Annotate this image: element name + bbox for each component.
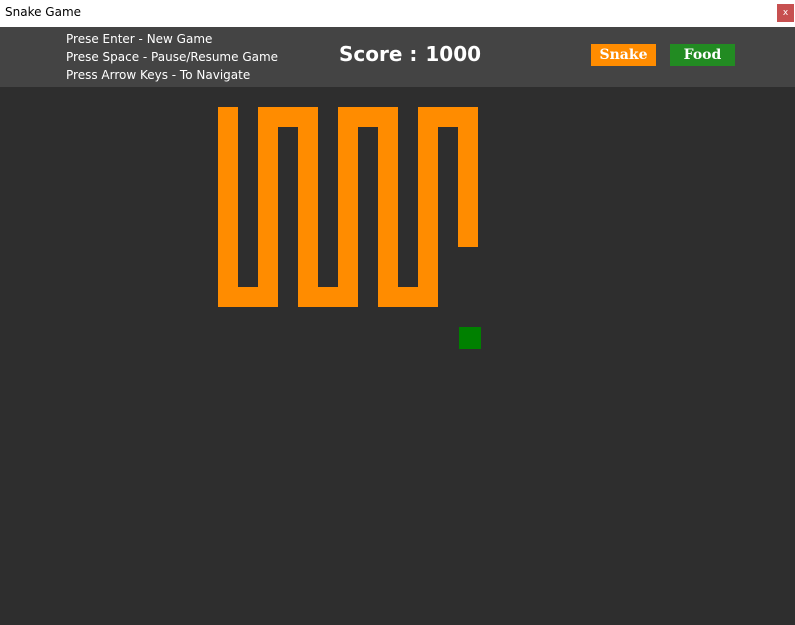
snake-segment	[418, 167, 438, 187]
snake-segment	[278, 107, 298, 127]
snake-segment	[418, 147, 438, 167]
snake-segment	[218, 247, 238, 267]
snake-segment	[418, 207, 438, 227]
snake-segment	[378, 147, 398, 167]
snake-segment	[258, 207, 278, 227]
window-title: Snake Game	[5, 5, 82, 19]
snake-segment	[298, 187, 318, 207]
snake-segment	[338, 127, 358, 147]
instruction-pause: Prese Space - Pause/Resume Game	[66, 50, 279, 64]
snake-segment	[458, 107, 478, 127]
snake-segment	[378, 287, 398, 307]
snake-legend: Snake	[591, 44, 656, 66]
snake-segment	[438, 107, 458, 127]
snake-segment	[338, 247, 358, 267]
snake-segment	[218, 187, 238, 207]
snake-segment	[338, 107, 358, 127]
snake-segment	[458, 187, 478, 207]
snake-segment	[258, 247, 278, 267]
snake-segment	[298, 247, 318, 267]
snake-segment	[298, 227, 318, 247]
instruction-new-game: Prese Enter - New Game	[66, 32, 213, 46]
snake-segment	[378, 227, 398, 247]
snake-segment	[418, 247, 438, 267]
snake-segment	[378, 247, 398, 267]
snake-segment	[258, 227, 278, 247]
snake-segment	[338, 227, 358, 247]
title-bar: Snake Game x	[0, 0, 795, 27]
snake-segment	[258, 127, 278, 147]
snake-head	[458, 227, 478, 247]
snake-segment	[218, 267, 238, 287]
game-board[interactable]	[0, 87, 795, 625]
snake-segment	[398, 287, 418, 307]
snake-segment	[458, 127, 478, 147]
score-label: Score :	[339, 42, 418, 66]
close-button[interactable]: x	[777, 4, 794, 22]
board-canvas	[218, 107, 481, 349]
snake-segment	[378, 187, 398, 207]
snake-segment	[298, 147, 318, 167]
snake-segment	[218, 107, 238, 127]
snake-segment	[238, 287, 258, 307]
score-value: 1000	[425, 42, 482, 66]
snake-segment	[378, 207, 398, 227]
snake-segment	[338, 187, 358, 207]
snake-segment	[258, 287, 278, 307]
snake-segment	[218, 147, 238, 167]
snake-segment	[298, 107, 318, 127]
snake-segment	[458, 147, 478, 167]
snake-segment	[258, 167, 278, 187]
snake-segment	[338, 207, 358, 227]
snake-segment	[418, 107, 438, 127]
snake-segment	[458, 207, 478, 227]
snake-segment	[218, 127, 238, 147]
snake-segment	[298, 127, 318, 147]
snake-segment	[418, 127, 438, 147]
snake-segment	[378, 127, 398, 147]
instruction-navigate: Press Arrow Keys - To Navigate	[66, 68, 251, 82]
snake-segment	[338, 267, 358, 287]
snake-segment	[318, 287, 338, 307]
snake-segment	[418, 227, 438, 247]
snake-segment	[218, 227, 238, 247]
snake-segment	[378, 267, 398, 287]
snake-segment	[298, 287, 318, 307]
snake-segment	[298, 167, 318, 187]
snake-segment	[218, 287, 238, 307]
snake-segment	[298, 207, 318, 227]
snake-segment	[258, 107, 278, 127]
game-window: Snake Game x Prese Enter - New Game Pres…	[0, 0, 795, 625]
snake-segment	[338, 147, 358, 167]
snake-segment	[338, 167, 358, 187]
score-display: Score : 1000	[339, 42, 481, 66]
snake-segment	[258, 187, 278, 207]
game-header: Prese Enter - New Game Prese Space - Pau…	[0, 27, 795, 87]
snake-segment	[218, 167, 238, 187]
instructions: Prese Enter - New Game Prese Space - Pau…	[66, 30, 278, 84]
snake-segment	[378, 167, 398, 187]
snake-segment	[298, 267, 318, 287]
snake-segment	[418, 187, 438, 207]
snake-segment	[418, 287, 438, 307]
snake-segment	[358, 107, 378, 127]
snake-segment	[378, 107, 398, 127]
food-legend: Food	[670, 44, 735, 66]
snake-segment	[258, 147, 278, 167]
food-pellet	[459, 327, 481, 349]
snake-segment	[258, 267, 278, 287]
snake-segment	[338, 287, 358, 307]
snake-segment	[458, 167, 478, 187]
snake-segment	[218, 207, 238, 227]
snake-segment	[418, 267, 438, 287]
